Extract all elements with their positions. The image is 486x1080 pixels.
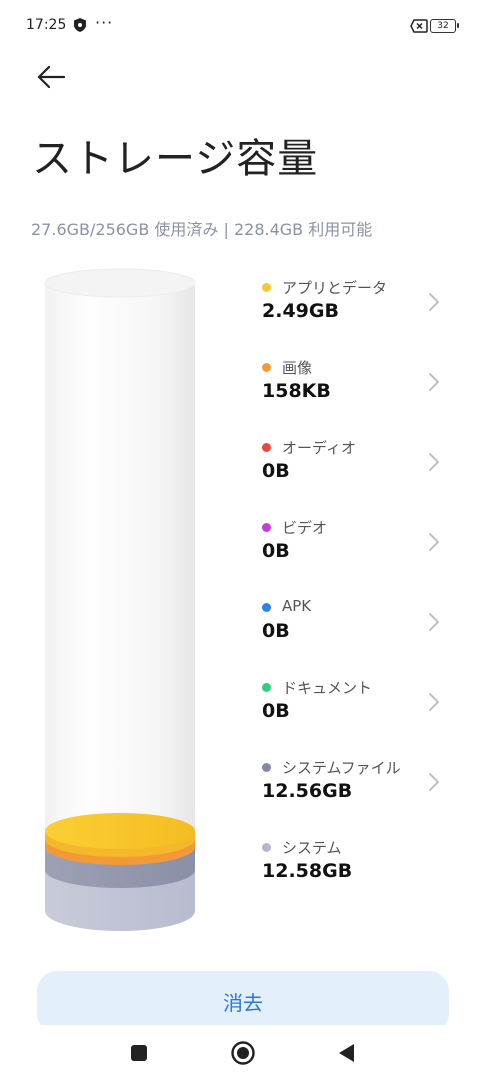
battery-icon: 32 — [430, 19, 456, 33]
chevron-right-icon — [429, 613, 439, 631]
category-row-system: システム 12.58GB — [262, 832, 462, 912]
category-label: システム — [282, 839, 342, 857]
category-row-images[interactable]: 画像 158KB — [262, 352, 462, 432]
category-value: 2.49GB — [262, 300, 339, 322]
category-value: 0B — [262, 460, 290, 482]
more-dots-icon: ··· — [95, 13, 114, 32]
category-label: ドキュメント — [282, 679, 373, 697]
legend-dot — [262, 683, 271, 692]
category-label: アプリとデータ — [282, 279, 388, 297]
battery-tip — [457, 23, 459, 28]
storage-summary: 27.6GB/256GB 使用済み | 228.4GB 利用可能 — [31, 220, 373, 239]
category-value: 12.58GB — [262, 860, 353, 882]
chevron-right-icon — [429, 773, 439, 791]
chevron-right-icon — [429, 293, 439, 311]
clear-button[interactable]: 消去 — [37, 971, 449, 1033]
home-circle-icon[interactable] — [229, 1039, 257, 1067]
category-label: オーディオ — [282, 439, 356, 457]
legend-dot — [262, 523, 271, 532]
legend-dot — [262, 363, 271, 372]
back-triangle-icon[interactable] — [333, 1039, 361, 1067]
category-label: 画像 — [282, 359, 313, 377]
category-value: 0B — [262, 620, 290, 642]
chevron-right-icon — [429, 693, 439, 711]
category-value: 158KB — [262, 380, 331, 402]
category-label: システムファイル — [282, 759, 401, 777]
chevron-right-icon — [429, 453, 439, 471]
category-list: アプリとデータ 2.49GB 画像 158KB オーディオ 0B ビデオ 0B … — [262, 272, 462, 912]
page-title: ストレージ容量 — [32, 136, 319, 182]
category-row-apk[interactable]: APK 0B — [262, 592, 462, 672]
storage-cylinder — [40, 265, 200, 945]
navigation-bar — [0, 1025, 486, 1080]
category-value: 0B — [262, 540, 290, 562]
legend-dot — [262, 603, 271, 612]
no-sim-icon — [410, 19, 428, 33]
category-row-apps[interactable]: アプリとデータ 2.49GB — [262, 272, 462, 352]
category-row-audio[interactable]: オーディオ 0B — [262, 432, 462, 512]
recents-square-icon[interactable] — [125, 1039, 153, 1067]
category-label: ビデオ — [282, 519, 328, 537]
legend-dot — [262, 763, 271, 772]
category-value: 0B — [262, 700, 290, 722]
status-bar: 17:25 ··· 32 — [0, 0, 486, 52]
cylinder-graphic — [44, 268, 196, 931]
chevron-right-icon — [429, 373, 439, 391]
category-label: APK — [282, 597, 312, 615]
category-row-documents[interactable]: ドキュメント 0B — [262, 672, 462, 752]
legend-dot — [262, 843, 271, 852]
battery-level: 32 — [437, 21, 449, 31]
arrow-left-icon[interactable] — [32, 60, 68, 96]
chevron-right-icon — [429, 533, 439, 551]
category-row-video[interactable]: ビデオ 0B — [262, 512, 462, 592]
category-value: 12.56GB — [262, 780, 353, 802]
shield-icon — [74, 18, 86, 32]
legend-dot — [262, 283, 271, 292]
category-row-system-files[interactable]: システムファイル 12.56GB — [262, 752, 462, 832]
status-time: 17:25 — [26, 17, 67, 33]
legend-dot — [262, 443, 271, 452]
